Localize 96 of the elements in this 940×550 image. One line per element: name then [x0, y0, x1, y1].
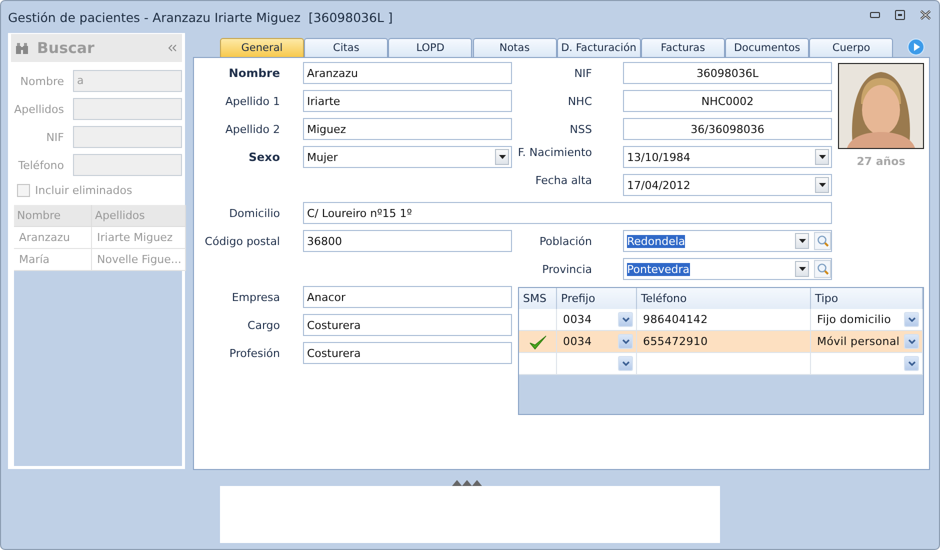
caret-icon [818, 155, 826, 159]
table-cell: 0034 [563, 313, 592, 326]
minimize-icon [870, 12, 880, 18]
search-icon [816, 235, 828, 247]
caret-icon [498, 155, 506, 159]
field-label: F. Nacimiento [516, 146, 592, 159]
field-label: Domicilio [228, 206, 280, 220]
field-label: Nombre [228, 66, 280, 80]
search-icon [816, 263, 828, 275]
select-field[interactable]: Pontevedra [623, 258, 832, 280]
date-field[interactable]: 13/10/1984 [623, 146, 832, 168]
select-field[interactable]: Redondela [623, 230, 832, 252]
chevron-icon [622, 339, 630, 344]
next-button[interactable] [906, 38, 924, 56]
panel-title: Buscar [37, 39, 96, 57]
field-label: NIF [573, 66, 592, 80]
check-icon [528, 334, 546, 350]
dropdown-button[interactable] [795, 233, 809, 249]
table-cell: Fijo domicilio [817, 313, 892, 326]
text-field[interactable]: Miguez [303, 118, 512, 140]
select-field[interactable]: Mujer [303, 146, 512, 168]
tab[interactable]: Notas [472, 38, 557, 57]
collapse-button[interactable] [166, 42, 178, 54]
text-field[interactable]: Costurera [303, 314, 512, 336]
tab[interactable]: D. Facturación [556, 38, 641, 57]
checkbox-label: Incluir eliminados [35, 184, 132, 197]
text-field[interactable]: Aranzazu [303, 62, 512, 84]
text-field[interactable]: Iriarte [303, 90, 512, 112]
table-cell: María [14, 249, 92, 271]
double-chevron-icon [168, 44, 176, 52]
input-field[interactable] [73, 98, 182, 120]
chevron-icon [622, 317, 630, 322]
chevron-icon [908, 361, 916, 366]
search-button[interactable] [814, 232, 831, 250]
field-label: Fecha alta [534, 174, 592, 187]
binoculars-icon [15, 42, 29, 54]
window-title: Gestión de pacientes - Aranzazu Iriarte Miguez [36098036L ] [8, 10, 393, 24]
checkbox[interactable] [17, 184, 30, 197]
dropdown-button[interactable] [815, 177, 829, 193]
tab[interactable]: Documentos [725, 38, 810, 57]
field-label: Apellido 1 [224, 94, 280, 108]
field-label: NHC [566, 94, 592, 108]
maximize-button[interactable] [892, 8, 908, 22]
field-label: Provincia [541, 262, 592, 276]
field-label: Empresa [230, 290, 280, 304]
table-cell: Novelle Figue... [92, 249, 186, 271]
input-field[interactable] [73, 154, 182, 176]
input-field[interactable] [73, 126, 182, 148]
field-label: Profesión [228, 346, 280, 360]
field-label: Nombre [19, 74, 64, 88]
table-cell: Móvil personal [817, 335, 900, 348]
maximize-icon [895, 10, 905, 20]
field-label: Apellido 2 [224, 122, 280, 136]
caret-icon [798, 239, 806, 243]
field-label: NIF [45, 130, 64, 144]
field-label: Apellidos [13, 102, 64, 116]
date-field[interactable]: 17/04/2012 [623, 174, 832, 196]
text-field[interactable]: C/ Loureiro nº15 1º [303, 202, 832, 224]
chevron-icon [622, 361, 630, 366]
table-cell: 986404142 [643, 313, 708, 326]
table-cell: Aranzazu [14, 227, 92, 249]
field-label: NSS [568, 122, 592, 136]
tab[interactable]: Citas [304, 38, 388, 57]
age-label: 27 años [856, 155, 906, 168]
text-field[interactable]: Anacor [303, 286, 512, 308]
table-cell: 0034 [563, 335, 592, 348]
column-header[interactable]: Tipo [811, 288, 923, 310]
caret-icon [798, 267, 806, 271]
column-header[interactable]: SMS [519, 288, 557, 310]
field-label: Sexo [248, 150, 280, 164]
text-field[interactable]: 36/36098036 [623, 118, 832, 140]
field-label: Cargo [246, 318, 280, 332]
field-label: Población [538, 234, 592, 248]
dropdown-button[interactable] [815, 149, 829, 165]
column-header[interactable]: Teléfono [637, 288, 811, 310]
text-field[interactable]: NHC0002 [623, 90, 832, 112]
dropdown-button[interactable] [795, 261, 809, 277]
close-icon [920, 10, 930, 20]
field-label: Teléfono [17, 158, 64, 172]
caret-icon [818, 183, 826, 187]
tab[interactable]: LOPD [388, 38, 472, 57]
tab[interactable]: Facturas [640, 38, 725, 57]
dropdown-button[interactable] [495, 149, 509, 165]
column-header[interactable]: Prefijo [557, 288, 637, 310]
chevron-icon [908, 339, 916, 344]
chevron-icon [908, 317, 916, 322]
text-field[interactable]: 36098036L [623, 62, 832, 84]
text-field[interactable]: 36800 [303, 230, 512, 252]
table-cell: Iriarte Miguez [92, 227, 186, 249]
tab[interactable]: Cuerpo [809, 38, 894, 57]
search-button[interactable] [814, 260, 831, 278]
text-field[interactable]: Costurera [303, 342, 512, 364]
field-label: Código postal [204, 234, 280, 248]
tab[interactable]: General [220, 38, 304, 57]
grip-icon [452, 479, 482, 486]
table-cell: 655472910 [643, 335, 708, 348]
